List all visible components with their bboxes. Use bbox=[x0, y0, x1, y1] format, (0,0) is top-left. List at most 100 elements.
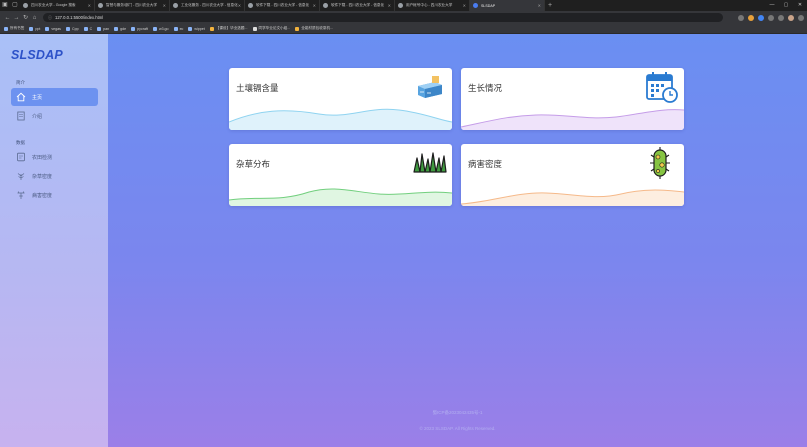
bookmarks-bar: 所有书签 ppt vegas Cpp C pan gde pycraft w3.… bbox=[0, 24, 807, 34]
bookmark-icon bbox=[152, 26, 157, 31]
bookmark-item[interactable]: 同学毕业论文小组... bbox=[252, 26, 290, 31]
nav-item-field-detect[interactable]: 农田检测 bbox=[11, 148, 98, 166]
bookmark-item[interactable]: Cpp bbox=[65, 26, 79, 31]
tab-close-icon[interactable]: ✕ bbox=[88, 3, 91, 8]
browser-tab-strip: ▣ ▢ 四川农业大学 - Google 搜索 ✕ 智慧与服务/部门 - 四川农业大… bbox=[0, 0, 807, 11]
card-wave bbox=[229, 188, 452, 206]
browser-menu-icon[interactable]: ▣ bbox=[0, 0, 10, 11]
tab-close-icon[interactable]: ✕ bbox=[163, 3, 166, 8]
card-title: 土壤镉含量 bbox=[236, 83, 279, 93]
card-disease-density[interactable]: 病害密度 bbox=[461, 144, 684, 206]
browser-tab[interactable]: 工业化服务 - 四川农业大学 - 信息化 ✕ bbox=[170, 0, 245, 11]
bookmark-icon bbox=[83, 26, 88, 31]
browser-tab[interactable]: 四川农业大学 - Google 搜索 ✕ bbox=[20, 0, 95, 11]
nav-item-intro[interactable]: 介绍 bbox=[11, 107, 98, 125]
extension-icon[interactable] bbox=[768, 14, 774, 21]
tab-favicon-icon bbox=[398, 3, 403, 8]
tab-favicon-icon bbox=[323, 3, 328, 8]
soil-box-icon bbox=[415, 72, 445, 102]
nav-group-title: 简介 bbox=[16, 80, 25, 85]
home-browser-icon[interactable]: ⌂ bbox=[30, 15, 39, 21]
tab-close-icon[interactable]: ✕ bbox=[463, 3, 466, 8]
copyright-text: © 2023 SLSDAP. All Rights Reserved. bbox=[419, 426, 496, 431]
reload-icon[interactable]: ↻ bbox=[21, 14, 30, 21]
bookmark-item[interactable]: C bbox=[83, 26, 92, 31]
folder-icon bbox=[4, 26, 8, 31]
browser-tab[interactable]: 用户帐号中心 - 四川农业大学 ✕ bbox=[395, 0, 470, 11]
nav-item-home[interactable]: 主页 bbox=[11, 88, 98, 106]
browser-menu-dots-icon[interactable] bbox=[798, 14, 804, 21]
icp-record-link[interactable]: 蜀ICP备2023042435号-1 bbox=[108, 410, 807, 416]
bookmark-item[interactable]: 所有书签 bbox=[4, 26, 24, 31]
bookmark-icon bbox=[209, 26, 214, 31]
wave-fill bbox=[461, 190, 684, 206]
bookmark-icon bbox=[65, 26, 70, 31]
nav-item-disease-density[interactable]: 病害密度 bbox=[11, 186, 98, 204]
bookmark-item[interactable]: wippet bbox=[188, 26, 205, 31]
bookmark-item[interactable]: ec bbox=[173, 26, 183, 31]
extension-icon[interactable] bbox=[778, 14, 784, 21]
bookmark-icon bbox=[45, 26, 50, 31]
browser-tab[interactable]: 软件下载 - 四川农业大学 - 信息化 ✕ bbox=[320, 0, 395, 11]
bookmark-item[interactable]: 全能材质包收录机... bbox=[295, 26, 333, 31]
bookmark-icon bbox=[114, 26, 119, 31]
home-icon bbox=[16, 92, 26, 102]
tab-list-icon[interactable]: ▢ bbox=[10, 0, 20, 11]
bookmark-item[interactable]: w3.go bbox=[152, 26, 169, 31]
tab-close-icon[interactable]: ✕ bbox=[538, 3, 541, 8]
bookmark-item[interactable]: ppt bbox=[29, 26, 40, 31]
bookmark-icon bbox=[173, 26, 178, 31]
bookmark-icon bbox=[97, 26, 102, 31]
forward-icon[interactable]: → bbox=[12, 15, 21, 21]
app-viewport: SLSDAP 简介 主页 介绍 数据 农田检测 杂草密度 病害密度 土壤镉含量 … bbox=[0, 34, 807, 447]
card-wave bbox=[461, 189, 684, 206]
bookmark-icon bbox=[29, 26, 34, 31]
disease-icon bbox=[16, 190, 26, 200]
card-soil-cadmium[interactable]: 土壤镉含量 bbox=[229, 68, 452, 130]
profile-avatar-icon[interactable] bbox=[788, 14, 794, 21]
extension-icon[interactable] bbox=[758, 14, 764, 21]
calendar-clock-icon bbox=[645, 70, 679, 104]
new-tab-icon[interactable]: + bbox=[545, 0, 555, 11]
site-info-icon[interactable]: ⓘ bbox=[48, 15, 52, 21]
bookmark-item[interactable]: pycraft bbox=[131, 26, 148, 31]
field-icon bbox=[16, 152, 26, 162]
document-icon bbox=[16, 111, 26, 121]
nav-group-title: 数据 bbox=[16, 140, 25, 145]
back-icon[interactable]: ← bbox=[3, 15, 12, 21]
bookmark-icon bbox=[252, 26, 257, 31]
close-window-icon[interactable]: ✕ bbox=[793, 0, 807, 11]
maximize-icon[interactable]: ▢ bbox=[779, 0, 793, 11]
bookmark-item[interactable]: gde bbox=[114, 26, 126, 31]
card-title: 生长情况 bbox=[468, 83, 503, 93]
bookmark-star-icon[interactable] bbox=[738, 14, 744, 21]
bookmark-icon bbox=[188, 26, 193, 31]
bookmark-item[interactable]: vegas bbox=[45, 26, 61, 31]
sidebar: SLSDAP 简介 主页 介绍 数据 农田检测 杂草密度 病害密度 bbox=[0, 34, 108, 447]
browser-tab-active[interactable]: SLSDAP ✕ bbox=[470, 0, 545, 11]
extension-icon[interactable] bbox=[748, 14, 754, 21]
tab-favicon-icon bbox=[248, 3, 253, 8]
tab-close-icon[interactable]: ✕ bbox=[388, 3, 391, 8]
tab-favicon-icon bbox=[473, 3, 478, 8]
browser-tab[interactable]: 智慧与服务/部门 - 四川农业大学 ✕ bbox=[95, 0, 170, 11]
card-title: 病害密度 bbox=[468, 159, 503, 169]
tab-close-icon[interactable]: ✕ bbox=[313, 3, 316, 8]
app-logo[interactable]: SLSDAP bbox=[11, 48, 63, 62]
extensions-bar bbox=[738, 14, 804, 21]
nav-item-weed-density[interactable]: 杂草密度 bbox=[11, 167, 98, 185]
tab-favicon-icon bbox=[98, 3, 103, 8]
bookmark-item[interactable]: 【课设】毕业选题... bbox=[209, 26, 248, 31]
address-bar: ← → ↻ ⌂ ⓘ 127.0.0.1:5500/index.html bbox=[0, 11, 807, 24]
bookmark-icon bbox=[131, 26, 136, 31]
minimize-icon[interactable]: — bbox=[765, 0, 779, 11]
card-weed-distribution[interactable]: 杂草分布 bbox=[229, 144, 452, 206]
url-input[interactable]: ⓘ 127.0.0.1:5500/index.html bbox=[43, 13, 723, 22]
tab-close-icon[interactable]: ✕ bbox=[238, 3, 241, 8]
weed-icon bbox=[16, 171, 26, 181]
card-wave bbox=[229, 108, 452, 130]
bookmark-item[interactable]: pan bbox=[97, 26, 109, 31]
wave-fill bbox=[229, 188, 452, 206]
browser-tab[interactable]: 软件下载 - 四川农业大学 - 信息化 ✕ bbox=[245, 0, 320, 11]
card-growth[interactable]: 生长情况 bbox=[461, 68, 684, 130]
